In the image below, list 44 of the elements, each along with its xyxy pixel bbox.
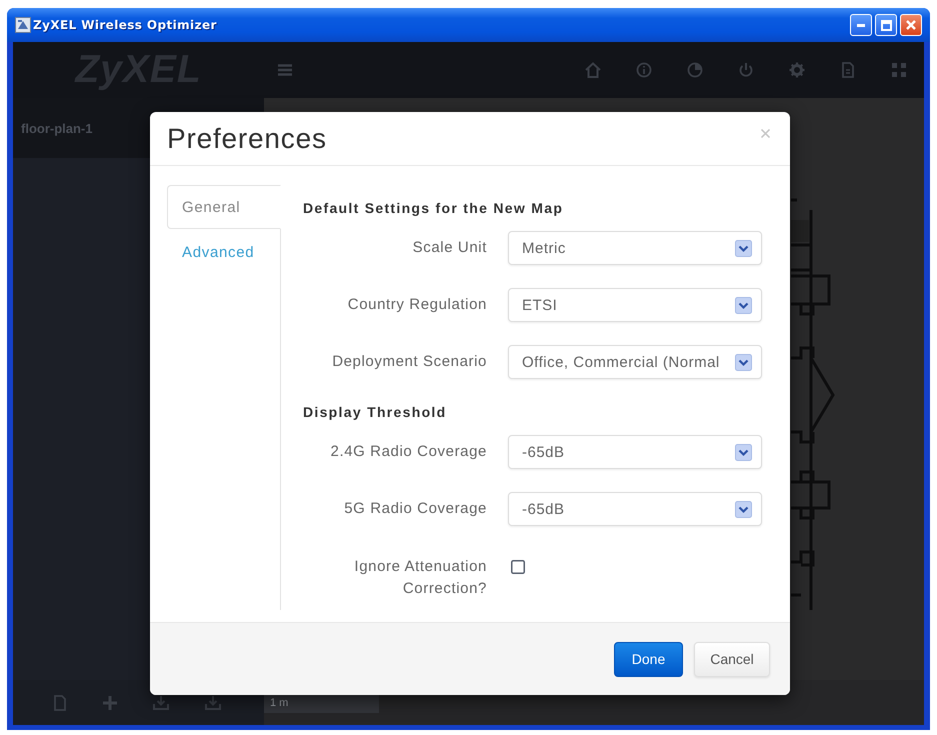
document-icon[interactable]: [53, 694, 67, 710]
caret-icon: [735, 240, 752, 256]
tab[interactable]: General: [167, 185, 281, 229]
plus-icon[interactable]: [103, 696, 117, 710]
field-label: 2.4G Radio Coverage: [330, 442, 487, 462]
app-icon: [15, 17, 31, 33]
close-icon[interactable]: [761, 129, 770, 138]
field-label: Deployment Scenario: [331, 352, 487, 372]
maximize-button[interactable]: [875, 14, 897, 36]
tray-arrow-icon[interactable]: [153, 694, 169, 710]
dropdown-field[interactable]: Metric: [508, 231, 762, 265]
checkbox[interactable]: [511, 560, 525, 574]
field-label: 5G Radio Coverage: [343, 499, 487, 519]
home-icon[interactable]: [585, 62, 601, 78]
dropdown-field[interactable]: -65dB: [508, 435, 762, 469]
menu-icon[interactable]: [278, 64, 292, 76]
pie-chart-icon[interactable]: [687, 62, 703, 78]
tray-arrow-icon[interactable]: [205, 694, 221, 710]
caret-icon: [735, 444, 752, 460]
cancel-button[interactable]: Cancel: [694, 642, 770, 676]
dropdown-field[interactable]: Office, Commercial (Normal: [508, 345, 762, 379]
caret-icon: [735, 500, 752, 518]
field-label: Ignore Attenuation Correction?: [353, 557, 487, 599]
section-heading: Display Threshold: [303, 404, 448, 421]
minimize-button[interactable]: [850, 14, 872, 36]
field-label: Scale Unit: [412, 238, 487, 258]
section-heading: Default Settings for the New Map: [303, 200, 564, 217]
close-button[interactable]: [900, 14, 922, 36]
minimize-icon: [857, 24, 865, 26]
caret-icon: [735, 354, 752, 370]
done-button[interactable]: Done: [614, 642, 683, 676]
caret-icon: [735, 296, 752, 314]
power-icon[interactable]: [738, 62, 754, 78]
grid-icon[interactable]: [891, 62, 907, 78]
field-label: Country Regulation: [346, 295, 487, 315]
document-icon[interactable]: [840, 62, 856, 78]
dropdown-field[interactable]: -65dB: [508, 492, 762, 526]
close-icon: [906, 20, 916, 30]
maximize-icon: [880, 20, 892, 30]
window-title: ZyXEL Wireless Optimizer: [33, 18, 217, 32]
dropdown-field[interactable]: ETSI: [508, 288, 762, 322]
info-icon[interactable]: [636, 62, 652, 78]
gear-icon[interactable]: [789, 62, 805, 78]
tab[interactable]: Advanced: [167, 229, 281, 276]
